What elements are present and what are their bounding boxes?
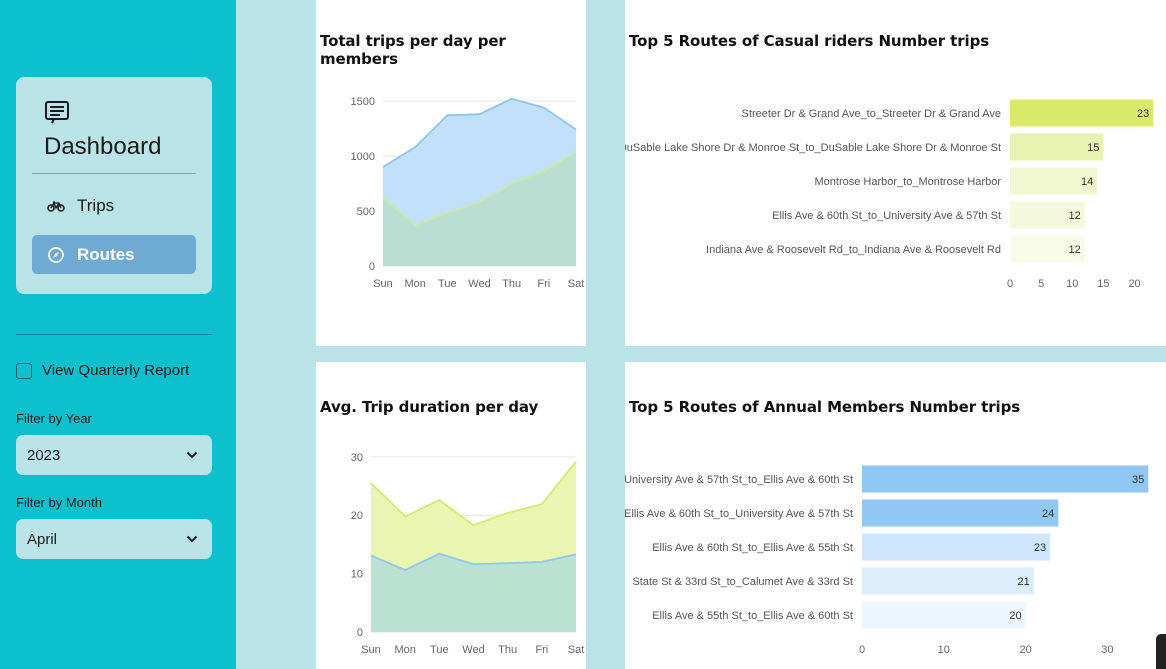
x-tick-label: Sun (361, 644, 381, 656)
bar-category-label: Ellis Ave & 60th St_to_Ellis Ave & 55th … (652, 542, 853, 554)
x-tick-label: Mon (404, 278, 425, 290)
casual-routes-chart: Streeter Dr & Grand Ave_to_Streeter Dr &… (625, 99, 1154, 290)
year-select[interactable]: 2023 (16, 435, 212, 475)
bar-data-label: 12 (1068, 210, 1080, 222)
scrollbar-thumb[interactable] (1156, 634, 1166, 669)
trips-per-day-chart: 0 500 1000 1500 Sun Mon Tue Wed Thu Fri Sat (351, 96, 585, 290)
bar (862, 499, 1059, 527)
x-tick-label: 20 (1128, 278, 1140, 290)
y-tick-label: 1500 (351, 96, 375, 108)
x-tick-label: Tue (438, 278, 457, 290)
bar-category-label: DuSable Lake Shore Dr & Monroe St_to_DuS… (625, 142, 1001, 154)
bar-category-label: Streeter Dr & Grand Ave_to_Streeter Dr &… (742, 108, 1001, 120)
year-filter-label: Filter by Year (16, 411, 92, 426)
x-tick-label: Sat (568, 278, 585, 290)
x-tick-label: Fri (537, 278, 550, 290)
bar-category-label: University Ave & 57th St_to_Ellis Ave & … (625, 474, 853, 486)
y-tick-label: 0 (369, 261, 375, 273)
bar-category-label: Ellis Ave & 60th St_to_University Ave & … (772, 210, 1001, 222)
bar-data-label: 20 (1009, 610, 1021, 622)
bar (862, 465, 1149, 493)
trip-duration-chart: 0 10 20 30 Sun Mon Tue Wed Thu Fri Sat (351, 452, 585, 656)
bar (1010, 99, 1154, 127)
y-tick-label: 0 (357, 627, 363, 639)
quarterly-report-toggle[interactable]: View Quarterly Report (16, 362, 189, 379)
trips-per-day-card: Total trips per day per members 0 500 1000… (316, 0, 586, 346)
x-tick-label: Wed (468, 278, 490, 290)
month-filter-label: Filter by Month (16, 495, 102, 510)
member-routes-chart: University Ave & 57th St_to_Ellis Ave & … (625, 465, 1149, 656)
bar (862, 601, 1026, 629)
y-tick-label: 10 (351, 569, 363, 581)
casual-routes-card: Top 5 Routes of Casual riders Number tri… (625, 0, 1166, 346)
nav-label-routes: Routes (77, 244, 135, 264)
nav-item-routes[interactable]: Routes (32, 235, 196, 274)
bar-data-label: 23 (1137, 108, 1149, 120)
nav-divider (32, 173, 196, 174)
bar-data-label: 12 (1068, 244, 1080, 256)
sidebar-divider (16, 334, 212, 335)
quarterly-report-label: View Quarterly Report (42, 362, 190, 379)
x-tick-label: 10 (1066, 278, 1078, 290)
compass-icon (48, 246, 64, 263)
x-tick-label: 0 (1007, 278, 1013, 290)
x-tick-label: Thu (498, 644, 517, 656)
bar-data-label: 15 (1087, 142, 1099, 154)
month-select[interactable]: April (16, 519, 212, 559)
y-tick-label: 20 (351, 510, 363, 522)
dashboard-title: Dashboard (44, 133, 162, 160)
nav-card: Dashboard Trips Routes (16, 77, 212, 294)
bar-data-label: 14 (1081, 176, 1093, 188)
x-tick-label: Wed (462, 644, 484, 656)
month-select-value: April (27, 530, 58, 548)
bar-data-label: 23 (1034, 542, 1046, 554)
bar-data-label: 21 (1018, 576, 1030, 588)
trip-duration-card: Avg. Trip duration per day 0 10 20 30 Sun Mon… (316, 362, 586, 669)
bar (862, 533, 1051, 561)
bar-data-label: 35 (1132, 474, 1144, 486)
y-tick-label: 500 (357, 206, 375, 218)
bar-category-label: Ellis Ave & 60th St_to_University Ave & … (625, 508, 853, 520)
x-tick-label: 0 (859, 644, 865, 656)
x-tick-label: Tue (430, 644, 449, 656)
chevron-down-icon (186, 535, 198, 543)
x-tick-label: 10 (938, 644, 950, 656)
x-tick-label: 15 (1097, 278, 1109, 290)
x-tick-label: Sun (373, 278, 393, 290)
dashboard-list-icon (45, 101, 69, 124)
x-tick-label: 20 (1019, 644, 1031, 656)
bar-category-label: Indiana Ave & Roosevelt Rd_to_Indiana Av… (706, 244, 1001, 256)
y-tick-label: 1000 (351, 151, 375, 163)
x-tick-label: 30 (1101, 644, 1113, 656)
x-tick-label: 5 (1038, 278, 1044, 290)
chevron-down-icon (186, 451, 198, 459)
x-tick-label: Sat (568, 644, 585, 656)
bar-category-label: Ellis Ave & 55th St_to_Ellis Ave & 60th … (652, 610, 853, 622)
x-tick-label: Mon (394, 644, 415, 656)
bicycle-icon (47, 200, 65, 212)
sidebar: Dashboard Trips Routes View Quarterly Re… (0, 0, 236, 669)
member-routes-card: Top 5 Routes of Annual Members Number tr… (625, 362, 1166, 669)
bar-category-label: Montrose Harbor_to_Montrose Harbor (815, 176, 1002, 188)
bar-data-label: 24 (1042, 508, 1054, 520)
nav-label-trips: Trips (77, 195, 115, 215)
bar-category-label: State St & 33rd St_to_Calumet Ave & 33rd… (632, 576, 853, 588)
x-tick-label: Thu (502, 278, 521, 290)
bar (862, 567, 1034, 595)
y-tick-label: 30 (351, 452, 363, 464)
nav-item-trips[interactable]: Trips (32, 186, 196, 225)
x-tick-label: Fri (535, 644, 548, 656)
quarterly-report-checkbox[interactable] (16, 362, 32, 379)
year-select-value: 2023 (27, 446, 61, 464)
